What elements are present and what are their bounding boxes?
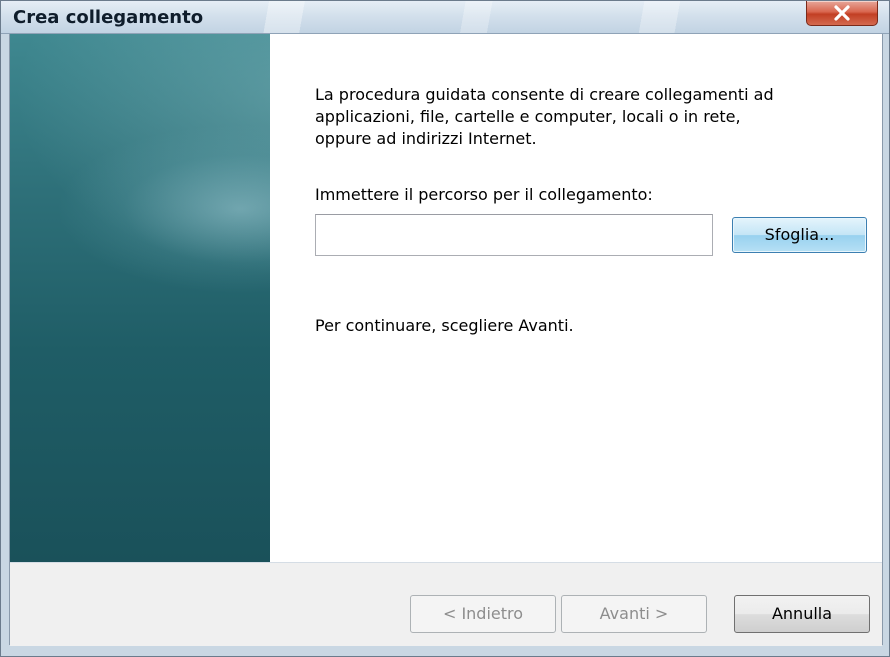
wizard-footer: < Indietro Avanti > Annulla — [10, 562, 882, 646]
close-button[interactable] — [806, 1, 878, 26]
title-bar[interactable]: Crea collegamento — [1, 1, 889, 34]
next-button[interactable]: Avanti > — [561, 595, 707, 633]
cancel-button[interactable]: Annulla — [734, 595, 870, 633]
wizard-content: La procedura guidata consente di creare … — [270, 34, 882, 562]
back-button[interactable]: < Indietro — [410, 595, 556, 633]
intro-line-2: applicazioni, file, cartelle e computer,… — [315, 107, 741, 126]
window-title: Crea collegamento — [13, 7, 204, 28]
continue-instruction: Per continuare, scegliere Avanti. — [315, 316, 574, 335]
wizard-side-panel — [10, 34, 270, 562]
browse-button[interactable]: Sfoglia... — [732, 217, 867, 253]
intro-text: La procedura guidata consente di creare … — [315, 84, 875, 150]
intro-line-1: La procedura guidata consente di creare … — [315, 85, 774, 104]
close-icon — [834, 5, 850, 21]
intro-line-3: oppure ad indirizzi Internet. — [315, 129, 537, 148]
create-shortcut-dialog: Crea collegamento La procedura guidata c… — [0, 0, 890, 657]
path-label: Immettere il percorso per il collegament… — [315, 185, 653, 204]
dialog-client: La procedura guidata consente di creare … — [9, 34, 883, 646]
path-input[interactable] — [315, 214, 713, 256]
